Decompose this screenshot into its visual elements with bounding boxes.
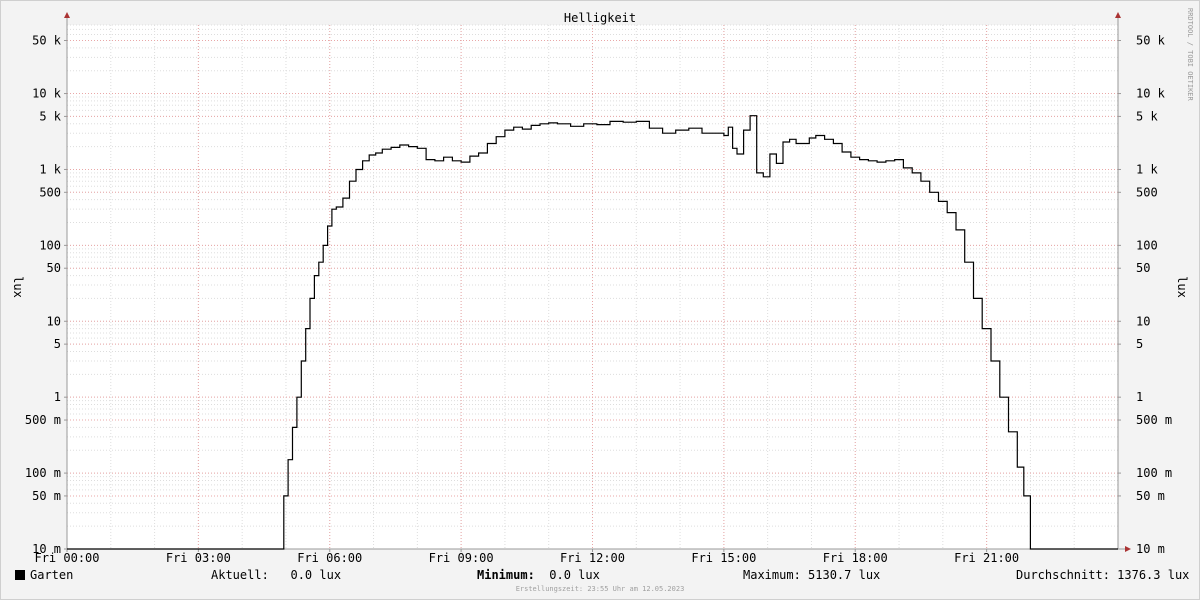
- y-tick-label: 50 m: [32, 489, 61, 503]
- y-axis-label-left: lux: [11, 276, 25, 298]
- y-tick-label: 5 k: [39, 109, 61, 123]
- average-label: Durchschnitt:: [1016, 568, 1110, 582]
- y-tick-label-right: 5: [1136, 337, 1143, 351]
- y-tick-label-right: 10 m: [1136, 542, 1165, 556]
- y-axis-arrow-left: [64, 12, 70, 18]
- y-tick-label: 500 m: [25, 413, 61, 427]
- y-tick-label: 50 k: [32, 33, 62, 47]
- legend-series: Garten: [15, 568, 73, 582]
- x-tick-label: Fri 06:00: [297, 551, 362, 565]
- y-tick-label-right: 1 k: [1136, 162, 1158, 176]
- y-tick-label: 500: [39, 185, 61, 199]
- y-tick-label-right: 50 m: [1136, 489, 1165, 503]
- y-tick-label: 1: [54, 390, 61, 404]
- average-value: 1376.3 lux: [1117, 568, 1190, 582]
- legend-maximum: Maximum: 5130.7 lux: [743, 568, 880, 582]
- y-tick-label: 10: [47, 314, 61, 328]
- y-tick-label-right: 500 m: [1136, 413, 1172, 427]
- current-value: 0.0 lux: [290, 568, 342, 582]
- y-tick-label-right: 10: [1136, 314, 1150, 328]
- x-tick-label: Fri 18:00: [823, 551, 888, 565]
- maximum-label: Maximum:: [743, 568, 801, 582]
- x-tick-label: Fri 12:00: [560, 551, 625, 565]
- y-tick-label-right: 100: [1136, 238, 1158, 252]
- y-tick-label: 100: [39, 238, 61, 252]
- y-tick-label: 1 k: [39, 162, 61, 176]
- y-tick-label-right: 50: [1136, 261, 1150, 275]
- chart-title: Helligkeit: [564, 11, 636, 25]
- y-tick-label-right: 500: [1136, 185, 1158, 199]
- legend-minimum: Minimum: 0.0 lux: [477, 568, 600, 582]
- y-tick-label: 100 m: [25, 466, 61, 480]
- y-tick-label-right: 50 k: [1136, 33, 1166, 47]
- maximum-value: 5130.7 lux: [808, 568, 881, 582]
- footer-timestamp: Erstellungszeit: 23:55 Uhr am 12.05.2023: [515, 585, 685, 593]
- y-tick-label-right: 10 k: [1136, 87, 1166, 101]
- y-tick-label: 50: [47, 261, 61, 275]
- y-axis-arrow-right: [1115, 12, 1121, 18]
- y-tick-label-right: 1: [1136, 390, 1143, 404]
- minimum-label: Minimum:: [477, 568, 535, 582]
- legend-swatch: [15, 570, 25, 580]
- legend-current: Aktuell: 0.0 lux: [211, 568, 341, 582]
- x-tick-label: Fri 00:00: [34, 551, 99, 565]
- y-tick-label-right: 100 m: [1136, 466, 1172, 480]
- legend-series-name: Garten: [30, 568, 74, 582]
- x-tick-label: Fri 03:00: [166, 551, 231, 565]
- y-tick-label-right: 5 k: [1136, 109, 1158, 123]
- x-tick-label: Fri 09:00: [429, 551, 494, 565]
- legend-average: Durchschnitt: 1376.3 lux: [1016, 568, 1189, 582]
- rrdtool-credit: RRDTOOL / TOBI OETIKER: [1186, 8, 1194, 102]
- current-label: Aktuell:: [211, 568, 269, 582]
- y-tick-label: 5: [54, 337, 61, 351]
- y-tick-label: 10 k: [32, 87, 62, 101]
- brightness-chart: 10 m 10 m50 m 50 m100 m 100 m500 m 500 m1 15 5…: [11, 8, 1194, 565]
- x-tick-label: Fri 21:00: [954, 551, 1019, 565]
- x-tick-label: Fri 15:00: [691, 551, 756, 565]
- minimum-value: 0.0 lux: [549, 568, 600, 582]
- x-axis-arrow: [1125, 546, 1131, 552]
- y-axis-label-right: lux: [1175, 276, 1189, 298]
